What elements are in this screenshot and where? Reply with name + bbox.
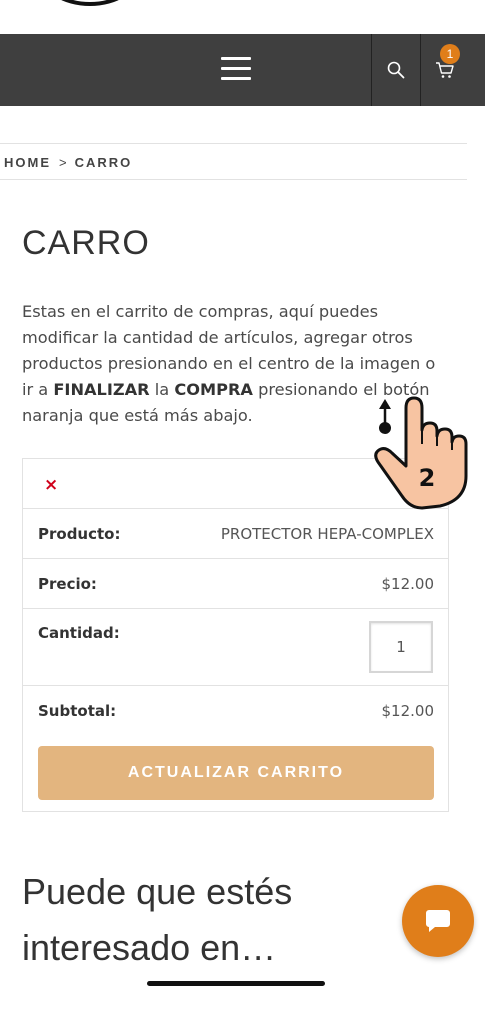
home-indicator[interactable] — [147, 981, 325, 986]
scroll-hand-gesture-icon: 2 — [374, 396, 468, 510]
compra-emphasis: COMPRA — [174, 380, 253, 399]
cart-count-badge: 1 — [440, 44, 460, 64]
update-cart-button[interactable]: ACTUALIZAR CARRITO — [38, 746, 434, 800]
price-value: $12.00 — [381, 575, 435, 593]
chat-icon — [426, 910, 450, 932]
top-navbar — [0, 34, 485, 106]
remove-item-button[interactable]: × — [44, 475, 58, 495]
page-title: CARRO — [22, 224, 150, 262]
related-products-title: Puede que estés interesado en… — [22, 871, 293, 968]
breadcrumb-current: CARRO — [74, 155, 133, 170]
breadcrumb: HOME > CARRO — [4, 155, 132, 170]
cart-row-quantity: Cantidad: 1 — [23, 609, 448, 686]
quantity-label: Cantidad: — [38, 624, 120, 642]
product-name-link[interactable]: PROTECTOR HEPA-COMPLEX — [221, 525, 434, 543]
menu-icon[interactable] — [221, 57, 251, 81]
breadcrumb-home-link[interactable]: HOME — [4, 155, 51, 170]
cart-row-subtotal: Subtotal: $12.00 — [23, 686, 448, 736]
price-label: Precio: — [38, 575, 97, 593]
product-label: Producto: — [38, 525, 121, 543]
divider — [0, 179, 467, 180]
logo[interactable] — [40, 0, 140, 6]
cart-row-product: Producto: PROTECTOR HEPA-COMPLEX — [23, 509, 448, 559]
subtotal-value: $12.00 — [381, 702, 435, 720]
quantity-input[interactable]: 1 — [369, 621, 433, 673]
search-button[interactable] — [372, 34, 420, 106]
subtotal-label: Subtotal: — [38, 702, 117, 720]
divider — [0, 143, 467, 144]
gesture-step-number: 2 — [419, 464, 436, 492]
finalizar-emphasis: FINALIZAR — [53, 380, 150, 399]
cart-row-price: Precio: $12.00 — [23, 559, 448, 609]
search-icon — [387, 61, 405, 79]
breadcrumb-separator: > — [59, 155, 67, 170]
chat-button[interactable] — [402, 885, 474, 957]
